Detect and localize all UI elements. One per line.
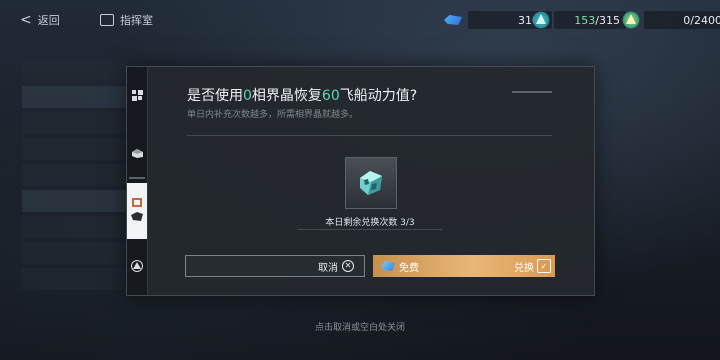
back-arrow-icon: < (20, 12, 32, 28)
dialog-title: 是否使用0相界晶恢复60飞船动力值? (187, 85, 417, 105)
cargo-icon (131, 148, 144, 162)
currency-icon (622, 11, 640, 29)
title-amount: 60 (321, 88, 340, 104)
back-label: 返回 (37, 14, 60, 27)
cost-label: 免费 (399, 262, 419, 274)
item-slot[interactable] (345, 157, 397, 209)
count-underline (297, 229, 442, 230)
tab-overview[interactable] (127, 85, 147, 109)
tab-cargo[interactable] (127, 143, 147, 167)
title-mid: 相界晶恢复 (251, 88, 322, 104)
exchange-button[interactable]: 免费 兑换 ✓ (373, 255, 555, 277)
title-suffix: 飞船动力值? (339, 88, 418, 104)
close-icon: ✕ (342, 260, 354, 272)
cancel-button[interactable]: 取消 ✕ (185, 255, 365, 277)
crystal-exchange-icon (130, 195, 144, 228)
energy-resource[interactable]: 153/315 (532, 10, 626, 30)
title-decoration (512, 91, 552, 93)
home-button[interactable]: 指挥室 (100, 12, 153, 28)
tab-divider (129, 177, 145, 179)
exchange-label: 兑换 (514, 262, 534, 274)
dialog-subtitle: 单日内补充次数越多，所需相界晶就越多。 (187, 110, 359, 120)
dialog-tab-bar (127, 67, 148, 295)
recharge-dialog: 是否使用0相界晶恢复60飞船动力值? 单日内补充次数越多，所需相界晶就越多。 本… (126, 66, 595, 296)
tab-emblem[interactable] (127, 255, 147, 279)
title-prefix: 是否使用 (187, 88, 243, 104)
crystal-icon (381, 261, 395, 271)
currency-resource[interactable]: 0/2400 (622, 10, 720, 30)
triangle-emblem-icon (131, 259, 143, 275)
title-cost: 0 (243, 88, 252, 104)
tab-crystal-exchange[interactable] (127, 183, 147, 239)
phase-crystal-icon (356, 168, 386, 198)
back-button[interactable]: < 返回 (20, 12, 60, 28)
confirm-icon: ✓ (537, 259, 551, 273)
currency-value: 0/2400 (644, 11, 720, 29)
home-label: 指挥室 (120, 14, 153, 27)
energy-current: 153 (574, 13, 596, 27)
energy-max: /315 (595, 13, 620, 27)
remaining-exchanges: 本日剩余兑换次数 3/3 (325, 218, 415, 228)
crystal-icon (442, 13, 464, 27)
title-divider (187, 135, 552, 136)
energy-value: 153/315 (554, 11, 626, 29)
top-bar: < 返回 指挥室 3106 153/315 0/2400 (0, 0, 720, 40)
grid-icon (131, 90, 143, 104)
energy-icon (532, 11, 550, 29)
home-icon (100, 14, 114, 26)
cancel-label: 取消 (318, 262, 338, 274)
close-hint: 点击取消或空白处关闭 (314, 323, 405, 333)
